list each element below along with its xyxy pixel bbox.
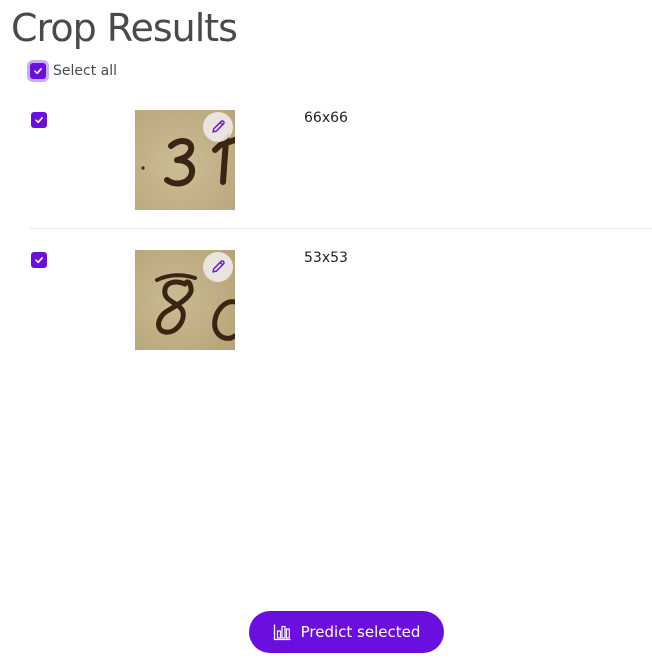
crop-row: 53x53: [30, 250, 652, 360]
crop-thumbnail: [135, 250, 235, 350]
check-icon: [35, 257, 43, 264]
edit-crop-button[interactable]: [203, 112, 233, 142]
crop-checkbox[interactable]: [31, 112, 47, 128]
check-icon: [35, 117, 43, 124]
row-divider: [30, 228, 652, 229]
check-icon: [34, 68, 42, 75]
select-all-checkbox[interactable]: [30, 63, 46, 79]
select-all-control[interactable]: Select all: [30, 63, 117, 79]
bar-chart-icon: [273, 623, 291, 641]
crop-dimensions: 66x66: [304, 110, 348, 126]
crop-checkbox[interactable]: [31, 252, 47, 268]
predict-selected-button[interactable]: Predict selected: [249, 611, 444, 653]
select-all-label: Select all: [53, 63, 117, 79]
predict-selected-label: Predict selected: [300, 623, 421, 641]
pencil-icon: [212, 260, 225, 273]
crop-dimensions: 53x53: [304, 250, 348, 266]
page-title: Crop Results: [11, 6, 238, 50]
crop-row: 66x66: [30, 110, 652, 220]
crop-thumbnail: [135, 110, 235, 210]
pencil-icon: [212, 120, 225, 133]
edit-crop-button[interactable]: [203, 252, 233, 282]
